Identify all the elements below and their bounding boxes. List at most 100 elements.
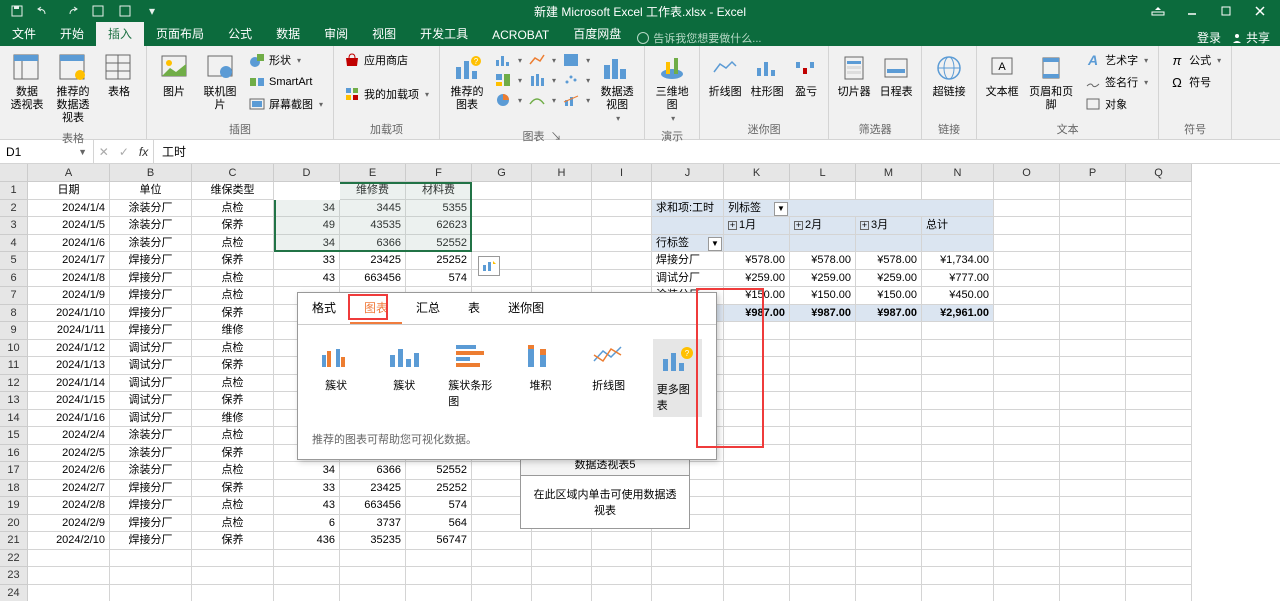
cell[interactable]: 焊接分厂 xyxy=(110,480,192,498)
cell[interactable]: 材料费 xyxy=(406,182,472,200)
cell[interactable] xyxy=(532,252,592,270)
cell[interactable] xyxy=(1060,532,1126,550)
cell[interactable] xyxy=(1126,375,1192,393)
cell[interactable] xyxy=(724,480,790,498)
cell[interactable] xyxy=(994,410,1060,428)
cell[interactable] xyxy=(592,585,652,601)
cell[interactable] xyxy=(1060,322,1126,340)
col-header[interactable]: G xyxy=(472,164,532,182)
cell[interactable] xyxy=(1060,410,1126,428)
cell[interactable] xyxy=(724,462,790,480)
cell[interactable]: 焊接分厂 xyxy=(110,532,192,550)
cell[interactable] xyxy=(856,410,922,428)
cell[interactable]: 维修费 xyxy=(340,182,406,200)
cell[interactable]: 维保类型 xyxy=(192,182,274,200)
cell[interactable] xyxy=(724,515,790,533)
cell[interactable]: 总计 xyxy=(922,217,994,235)
cell[interactable] xyxy=(790,182,856,200)
cell[interactable] xyxy=(1126,515,1192,533)
redo-icon[interactable] xyxy=(64,4,78,18)
cell[interactable] xyxy=(856,392,922,410)
cell[interactable] xyxy=(724,182,790,200)
row-header[interactable]: 16 xyxy=(0,445,28,463)
sparkcol-button[interactable]: 柱形图 xyxy=(748,50,786,101)
chart-hier-icon[interactable]: ▾ xyxy=(492,70,524,90)
cell[interactable] xyxy=(994,305,1060,323)
cell[interactable]: 2024/1/16 xyxy=(28,410,110,428)
cell[interactable] xyxy=(28,567,110,585)
cell[interactable]: +1月 xyxy=(724,217,790,235)
row-header[interactable]: 14 xyxy=(0,410,28,428)
cell[interactable] xyxy=(994,217,1060,235)
cell[interactable] xyxy=(1126,322,1192,340)
qa-tab-table[interactable]: 表 xyxy=(454,293,494,324)
col-header[interactable]: N xyxy=(922,164,994,182)
qat-dropdown-icon[interactable]: ▾ xyxy=(145,4,159,18)
cell[interactable] xyxy=(724,392,790,410)
cell[interactable]: 23425 xyxy=(340,252,406,270)
cell[interactable]: 2024/1/10 xyxy=(28,305,110,323)
cell[interactable] xyxy=(1126,410,1192,428)
cell[interactable]: 34 xyxy=(274,235,340,253)
cell[interactable] xyxy=(1126,270,1192,288)
cell[interactable] xyxy=(790,322,856,340)
cell[interactable]: 33 xyxy=(274,252,340,270)
row-header[interactable]: 1 xyxy=(0,182,28,200)
cell[interactable]: 663456 xyxy=(340,270,406,288)
cell[interactable]: ¥578.00 xyxy=(790,252,856,270)
cell[interactable]: 62623 xyxy=(406,217,472,235)
tab-acrobat[interactable]: ACROBAT xyxy=(480,24,561,46)
online-pic-button[interactable]: 联机图片 xyxy=(199,50,241,114)
cell[interactable]: ¥150.00 xyxy=(790,287,856,305)
tell-me-input[interactable]: 告诉我您想要做什么... xyxy=(633,30,761,46)
cell[interactable]: ¥987.00 xyxy=(790,305,856,323)
cell[interactable]: 2024/1/6 xyxy=(28,235,110,253)
row-header[interactable]: 23 xyxy=(0,567,28,585)
cell[interactable]: ¥150.00 xyxy=(724,287,790,305)
col-header[interactable]: J xyxy=(652,164,724,182)
cell[interactable] xyxy=(790,462,856,480)
cell[interactable] xyxy=(724,585,790,601)
cell[interactable] xyxy=(192,585,274,601)
cell[interactable] xyxy=(406,585,472,601)
3d-map-button[interactable]: 三维地 图▾ xyxy=(651,50,693,126)
timeline-button[interactable]: 日程表 xyxy=(877,50,915,101)
cell[interactable]: 调试分厂 xyxy=(110,410,192,428)
cell[interactable] xyxy=(592,532,652,550)
maximize-icon[interactable] xyxy=(1216,4,1236,18)
col-header[interactable]: C xyxy=(192,164,274,182)
cell[interactable] xyxy=(994,200,1060,218)
cell[interactable]: ¥259.00 xyxy=(790,270,856,288)
cell[interactable] xyxy=(724,322,790,340)
cell[interactable] xyxy=(724,410,790,428)
cell[interactable]: 涂装分厂 xyxy=(110,200,192,218)
cell[interactable] xyxy=(724,497,790,515)
cell[interactable] xyxy=(994,567,1060,585)
symbol-button[interactable]: Ω符号 xyxy=(1165,72,1225,92)
tab-data[interactable]: 数据 xyxy=(264,21,312,46)
col-header[interactable]: I xyxy=(592,164,652,182)
cell[interactable] xyxy=(472,200,532,218)
filter-dropdown-icon[interactable]: ▼ xyxy=(708,237,722,251)
cell[interactable] xyxy=(994,252,1060,270)
cell[interactable]: 436 xyxy=(274,532,340,550)
qa-tab-chart[interactable]: 图表 xyxy=(350,293,402,324)
cell[interactable] xyxy=(1060,550,1126,568)
qa-tab-format[interactable]: 格式 xyxy=(298,293,350,324)
cell[interactable]: 34 xyxy=(274,462,340,480)
cell[interactable]: +2月 xyxy=(790,217,856,235)
chart-col-icon[interactable]: ▾ xyxy=(492,50,524,70)
row-header[interactable]: 10 xyxy=(0,340,28,358)
cell[interactable] xyxy=(652,182,724,200)
cell[interactable] xyxy=(1126,497,1192,515)
picture-button[interactable]: 图片 xyxy=(153,50,195,101)
cell[interactable]: 维修 xyxy=(192,410,274,428)
cell[interactable]: 663456 xyxy=(340,497,406,515)
spreadsheet-grid[interactable]: ABCDEFGHIJKLMNOPQ 1234567891011121314151… xyxy=(0,164,1280,601)
cell[interactable]: 点检 xyxy=(192,427,274,445)
row-header[interactable]: 2 xyxy=(0,200,28,218)
qa-line[interactable]: 折线图 xyxy=(585,339,633,417)
cell[interactable] xyxy=(274,567,340,585)
fx-icon[interactable]: fx xyxy=(139,145,148,159)
cell[interactable] xyxy=(922,585,994,601)
